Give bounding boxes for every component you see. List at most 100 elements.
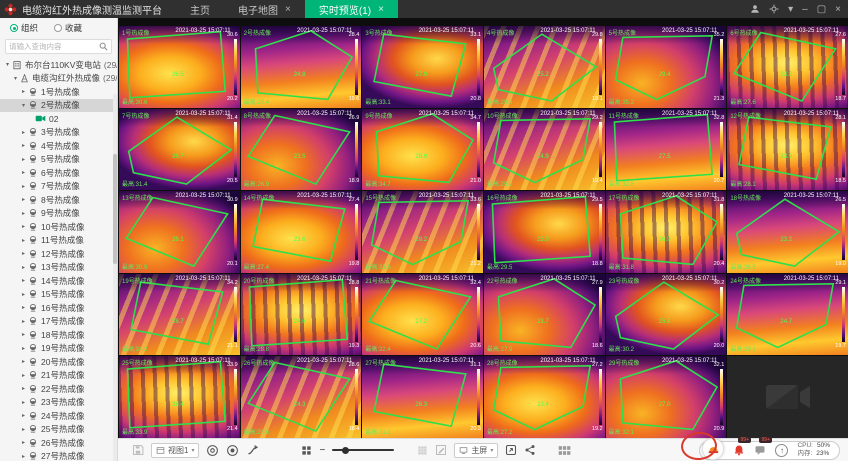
tab[interactable]: 实时预览(1) × xyxy=(305,0,398,18)
thermal-tile[interactable]: 2号热成像 2021-03-25 15:07:11 28.4 19.6 24.8… xyxy=(241,26,362,108)
thermal-tile[interactable]: 17号热成像 2021-03-25 15:07:11 31.8 20.4 26.… xyxy=(606,191,727,273)
thermal-tile[interactable]: 13号热成像 2021-03-25 15:07:11 30.9 20.1 26.… xyxy=(119,191,240,273)
expand-arrow-icon[interactable]: ▸ xyxy=(19,88,28,95)
expand-arrow-icon[interactable]: ▸ xyxy=(19,345,28,352)
search-input[interactable] xyxy=(9,42,99,51)
tree-item-camera[interactable]: ▸ 4号热成像 xyxy=(0,139,117,153)
tree-group-cameras[interactable]: ▾ 电缆沟红外热成像 (29/29) xyxy=(0,72,117,86)
tree-item-camera[interactable]: ▾ 2号热成像 xyxy=(0,99,117,113)
expand-arrow-icon[interactable]: ▾ xyxy=(3,61,12,68)
record-icon[interactable] xyxy=(226,444,239,457)
fullscreen-icon[interactable] xyxy=(505,444,517,456)
thermal-tile[interactable]: 19号热成像 2021-03-25 15:07:11 34.2 21.1 28.… xyxy=(119,274,240,356)
thermal-tile[interactable]: 6号热成像 2021-03-25 15:07:11 27.6 18.7 23.8… xyxy=(727,26,848,108)
thermal-tile[interactable]: 8号热成像 2021-03-25 15:07:11 26.9 18.9 23.5… xyxy=(241,109,362,191)
expand-arrow-icon[interactable]: ▸ xyxy=(19,318,28,325)
scrollbar-thumb[interactable] xyxy=(113,154,117,264)
expand-arrow-icon[interactable]: ▸ xyxy=(19,250,28,257)
tree-item-camera[interactable]: ▸ 13号热成像 xyxy=(0,261,117,275)
tree-item-camera[interactable]: ▸ 12号热成像 xyxy=(0,247,117,261)
tree-item-camera[interactable]: ▸ 9号热成像 xyxy=(0,207,117,221)
tree-item-camera[interactable]: ▸ 23号热成像 xyxy=(0,396,117,410)
thermal-tile[interactable]: 4号热成像 2021-03-25 15:07:11 29.8 19.1 25.2… xyxy=(484,26,605,108)
tab-close-icon[interactable]: × xyxy=(285,4,291,15)
thermal-tile[interactable]: 11号热成像 2021-03-25 15:07:11 32.8 20.7 27.… xyxy=(606,109,727,191)
tree-item-camera[interactable]: ▸ 5号热成像 xyxy=(0,153,117,167)
restore-icon[interactable]: ▢ xyxy=(817,4,826,15)
expand-arrow-icon[interactable]: ▸ xyxy=(19,304,28,311)
sidebar-scrollbar[interactable] xyxy=(113,94,117,461)
thermal-tile[interactable]: 23号热成像 2021-03-25 15:07:11 30.2 20.0 25.… xyxy=(606,274,727,356)
tree-item-camera[interactable]: ▸ 20号热成像 xyxy=(0,355,117,369)
expand-arrow-icon[interactable]: ▸ xyxy=(19,399,28,406)
tree-item-camera[interactable]: ▸ 1号热成像 xyxy=(0,85,117,99)
tree-item-camera[interactable]: ▸ 11号热成像 xyxy=(0,234,117,248)
expand-arrow-icon[interactable]: ▾ xyxy=(19,102,28,109)
tree-item-camera[interactable]: ▸ 16号热成像 xyxy=(0,301,117,315)
tree-item-camera[interactable]: ▸ 27号热成像 xyxy=(0,450,117,461)
thermal-tile[interactable]: 24号热成像 2021-03-25 15:07:11 29.1 19.7 24.… xyxy=(727,274,848,356)
share-icon[interactable] xyxy=(524,444,536,456)
tree-item-camera[interactable]: ▸ 18号热成像 xyxy=(0,328,117,342)
expand-arrow-icon[interactable]: ▸ xyxy=(19,142,28,149)
expand-arrow-icon[interactable]: ▸ xyxy=(19,426,28,433)
view-select[interactable]: 视图1 ▾ xyxy=(151,443,199,458)
thermal-tile[interactable]: 26号热成像 2021-03-25 15:07:11 28.6 18.4 24.… xyxy=(241,356,362,438)
grid-zoom-slider[interactable] xyxy=(332,449,394,451)
thermal-tile[interactable]: 25号热成像 2021-03-25 15:07:11 33.9 21.4 28.… xyxy=(119,356,240,438)
radio-organization[interactable]: 组织 xyxy=(10,22,38,34)
tree-item-camera[interactable]: ▸ 6号热成像 xyxy=(0,166,117,180)
zoom-out-icon[interactable]: − xyxy=(319,445,325,456)
thermal-tile[interactable]: 27号热成像 2021-03-25 15:07:11 31.1 20.3 26.… xyxy=(362,356,483,438)
search-icon[interactable] xyxy=(99,42,108,51)
empty-tile[interactable] xyxy=(727,356,848,438)
tree-item-camera[interactable]: ▸ 17号热成像 xyxy=(0,315,117,329)
tree-item-camera[interactable]: ▸ 26号热成像 xyxy=(0,436,117,450)
thermal-tile[interactable]: 7号热成像 2021-03-25 15:07:11 31.4 20.5 26.7… xyxy=(119,109,240,191)
thermal-tile[interactable]: 29号热成像 2021-03-25 15:07:11 32.1 20.9 27.… xyxy=(606,356,727,438)
thermal-tile[interactable]: 10号热成像 2021-03-25 15:07:11 29.2 19.4 24.… xyxy=(484,109,605,191)
expand-arrow-icon[interactable]: ▸ xyxy=(19,196,28,203)
slider-handle[interactable] xyxy=(342,447,349,454)
thermal-tile[interactable]: 28号热成像 2021-03-25 15:07:11 27.2 19.2 23.… xyxy=(484,356,605,438)
expand-arrow-icon[interactable]: ▸ xyxy=(19,156,28,163)
tree-item-camera[interactable]: ▸ 10号热成像 xyxy=(0,220,117,234)
user-icon[interactable] xyxy=(750,4,760,14)
edit-layout-icon[interactable] xyxy=(435,444,447,456)
close-icon[interactable]: × xyxy=(835,4,841,15)
tree-child-channel[interactable]: 02 xyxy=(0,112,117,126)
message-icon[interactable] xyxy=(754,444,766,456)
expand-arrow-icon[interactable]: ▸ xyxy=(19,453,28,460)
expand-arrow-icon[interactable]: ▸ xyxy=(19,237,28,244)
expand-arrow-icon[interactable]: ▸ xyxy=(19,210,28,217)
layout-picker-icon[interactable] xyxy=(558,445,571,456)
thermal-tile[interactable]: 3号热成像 2021-03-25 15:07:11 33.1 20.8 27.9… xyxy=(362,26,483,108)
radio-favorites[interactable]: 收藏 xyxy=(54,22,82,34)
save-view-icon[interactable] xyxy=(132,444,144,456)
expand-arrow-icon[interactable]: ▸ xyxy=(19,331,28,338)
expand-arrow-icon[interactable]: ▸ xyxy=(19,183,28,190)
tab-close-icon[interactable]: × xyxy=(378,4,384,15)
tab[interactable]: 电子地图 × xyxy=(224,0,305,18)
thermal-alarm-button[interactable] xyxy=(702,438,724,460)
tab[interactable]: 主页 xyxy=(176,0,224,18)
thermal-tile[interactable]: 1号热成像 2021-03-25 15:07:11 30.6 20.2 26.5… xyxy=(119,26,240,108)
tree-item-camera[interactable]: ▸ 21号热成像 xyxy=(0,369,117,383)
chevron-down-icon[interactable]: ▾ xyxy=(788,4,793,15)
settings-icon[interactable] xyxy=(769,4,779,14)
expand-arrow-icon[interactable]: ▸ xyxy=(19,169,28,176)
tree-item-camera[interactable]: ▸ 19号热成像 xyxy=(0,342,117,356)
tree-item-camera[interactable]: ▸ 3号热成像 xyxy=(0,126,117,140)
alarm-bell-icon[interactable] xyxy=(733,444,745,456)
thermal-tile[interactable]: 9号热成像 2021-03-25 15:07:11 34.7 21.0 28.9… xyxy=(362,109,483,191)
tree-item-camera[interactable]: ▸ 8号热成像 xyxy=(0,193,117,207)
tree-root-station[interactable]: ▾ 布尔台110KV变电站 (29/29) xyxy=(0,58,117,72)
expand-arrow-icon[interactable]: ▾ xyxy=(11,75,20,82)
expand-arrow-icon[interactable]: ▸ xyxy=(19,291,28,298)
expand-arrow-icon[interactable]: ▸ xyxy=(19,439,28,446)
expand-arrow-icon[interactable]: ▸ xyxy=(19,358,28,365)
expand-arrow-icon[interactable]: ▸ xyxy=(19,385,28,392)
tree-item-camera[interactable]: ▸ 24号热成像 xyxy=(0,409,117,423)
minimize-icon[interactable]: – xyxy=(802,4,808,15)
tree-item-camera[interactable]: ▸ 7号热成像 xyxy=(0,180,117,194)
